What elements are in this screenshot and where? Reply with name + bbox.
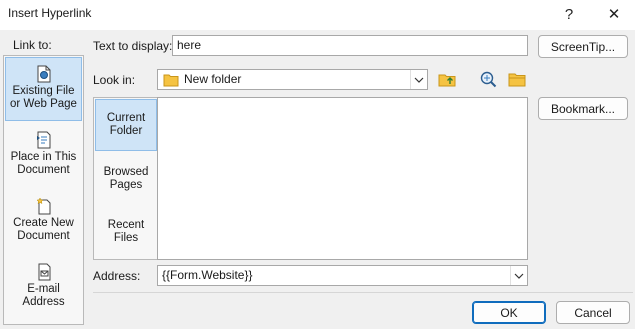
cancel-button[interactable]: Cancel	[556, 301, 630, 324]
address-label: Address:	[93, 269, 141, 283]
bookmark-button[interactable]: Bookmark...	[538, 97, 628, 120]
place-in-document-icon	[36, 131, 52, 149]
tab-current-folder[interactable]: Current Folder	[95, 99, 157, 151]
chevron-down-icon[interactable]	[510, 266, 527, 285]
folder-icon	[163, 73, 179, 89]
title-bar	[0, 0, 635, 30]
dialog-title: Insert Hyperlink	[8, 6, 92, 20]
link-to-place-in-document[interactable]: Place in This Document	[5, 124, 82, 188]
link-to-label: Link to:	[13, 38, 52, 52]
browse-web-icon	[479, 70, 497, 91]
link-to-existing-file[interactable]: Existing File or Web Page	[5, 57, 82, 121]
address-input[interactable]: {{Form.Website}}	[157, 265, 528, 286]
look-in-tabs: Current Folder Browsed Pages Recent Files	[93, 97, 158, 260]
close-icon: ✕	[607, 6, 621, 23]
text-to-display-input[interactable]: here	[172, 35, 528, 56]
browse-web-button[interactable]	[476, 69, 500, 91]
divider	[93, 292, 633, 293]
browse-file-button[interactable]	[505, 69, 529, 91]
up-folder-icon	[438, 71, 456, 90]
screentip-button[interactable]: ScreenTip...	[538, 35, 628, 58]
file-list[interactable]	[157, 97, 528, 260]
chevron-down-icon[interactable]	[410, 70, 427, 89]
new-document-icon	[35, 197, 52, 215]
look-in-combo[interactable]: New folder	[157, 69, 428, 90]
up-folder-button[interactable]	[435, 69, 459, 91]
link-to-create-new-document[interactable]: Create New Document	[5, 190, 82, 254]
ok-button[interactable]: OK	[472, 301, 546, 324]
help-button[interactable]: ?	[551, 0, 587, 28]
close-button[interactable]: ✕	[596, 0, 632, 28]
tab-browsed-pages[interactable]: Browsed Pages	[95, 153, 157, 205]
browse-file-icon	[508, 71, 526, 90]
link-to-panel: Existing File or Web Page Place in This …	[3, 55, 84, 325]
look-in-label: Look in:	[93, 73, 136, 87]
link-to-email-address[interactable]: E-mail Address	[5, 256, 82, 320]
tab-recent-files[interactable]: Recent Files	[95, 206, 157, 258]
email-address-icon	[36, 263, 52, 281]
existing-file-icon	[36, 65, 52, 83]
text-to-display-label: Text to display:	[93, 39, 173, 53]
